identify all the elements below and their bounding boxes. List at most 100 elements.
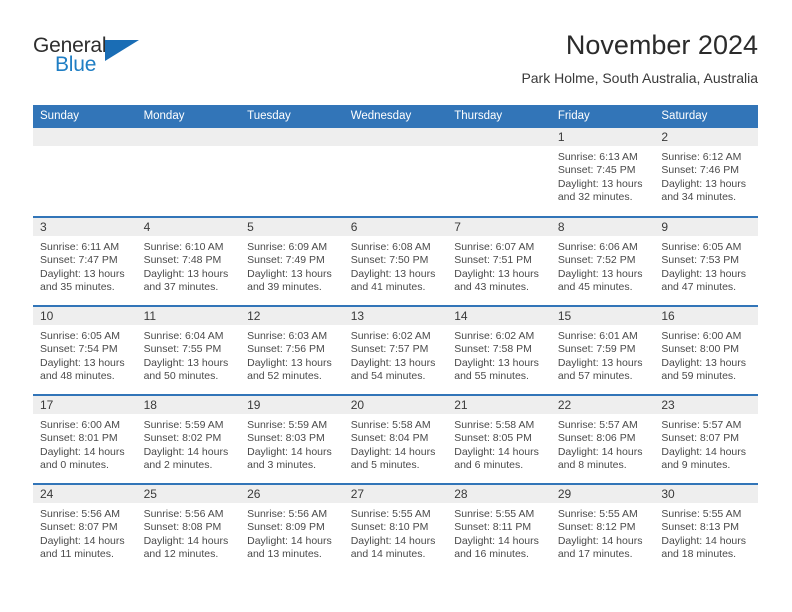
calendar-day-cell[interactable]: 6 Sunrise: 6:08 AM Sunset: 7:50 PM Daylight… [343,216,448,306]
day-sun-info: Sunrise: 5:55 AM Sunset: 8:12 PM Daylight:… [551,503,655,561]
day-number [240,128,344,146]
calendar-day-cell[interactable]: 20 Sunrise: 5:58 AM Sunset: 8:04 PM Dayligh… [343,394,448,484]
day-sun-info: Sunrise: 6:05 AM Sunset: 7:54 PM Daylight:… [33,325,137,383]
page-header: General Blue November 2024 Park Holme, S… [33,28,758,98]
calendar-table: Sunday Monday Tuesday Wednesday Thursday… [33,105,758,573]
day-sunset-text: Sunset: 7:58 PM [454,343,532,356]
day-daylight-1-text: Daylight: 14 hours [350,534,436,547]
day-cell-content: 26 Sunrise: 5:56 AM Sunset: 8:09 PM Dayligh… [240,485,344,573]
day-number: 7 [447,218,551,236]
calendar-day-cell[interactable]: 17 Sunrise: 6:00 AM Sunset: 8:01 PM Dayligh… [33,394,137,484]
calendar-day-cell[interactable]: 14 Sunrise: 6:02 AM Sunset: 7:58 PM Dayligh… [447,305,551,395]
calendar-day-cell[interactable]: 25 Sunrise: 5:56 AM Sunset: 8:08 PM Dayligh… [136,483,241,573]
day-daylight-1-text: Daylight: 13 hours [247,267,332,280]
calendar-day-cell[interactable]: 29 Sunrise: 5:55 AM Sunset: 8:12 PM Dayligh… [550,483,655,573]
calendar-day-cell[interactable]: 26 Sunrise: 5:56 AM Sunset: 8:09 PM Dayligh… [240,483,344,573]
day-daylight-1-text: Daylight: 13 hours [143,267,229,280]
day-cell-content: 4 Sunrise: 6:10 AM Sunset: 7:48 PM Daylight… [136,218,241,305]
calendar-day-cell[interactable]: 10 Sunrise: 6:05 AM Sunset: 7:54 PM Dayligh… [33,305,137,395]
day-sunset-text: Sunset: 8:06 PM [557,432,636,445]
calendar-day-cell[interactable]: 9 Sunrise: 6:05 AM Sunset: 7:53 PM Daylight… [654,216,758,306]
day-sunrise-text: Sunrise: 5:58 AM [454,419,535,431]
day-sunrise-text: Sunrise: 6:00 AM [661,330,742,342]
day-daylight-2-text: and 17 minutes. [557,547,633,560]
day-daylight-1-text: Daylight: 13 hours [661,177,747,190]
calendar-day-cell[interactable]: 16 Sunrise: 6:00 AM Sunset: 8:00 PM Dayligh… [654,305,758,395]
day-cell-content [240,128,344,216]
day-sunrise-text: Sunrise: 6:10 AM [143,241,224,253]
day-sunrise-text: Sunrise: 5:55 AM [350,508,431,520]
day-number: 19 [240,396,344,414]
day-sunset-text: Sunset: 8:01 PM [40,432,118,445]
day-sun-info: Sunrise: 5:59 AM Sunset: 8:02 PM Daylight:… [137,414,241,472]
day-cell-content: 8 Sunrise: 6:06 AM Sunset: 7:52 PM Daylight… [550,218,655,305]
calendar-day-cell[interactable]: 4 Sunrise: 6:10 AM Sunset: 7:48 PM Daylight… [136,216,241,306]
day-daylight-1-text: Daylight: 13 hours [557,356,643,369]
day-sun-info: Sunrise: 5:56 AM Sunset: 8:08 PM Daylight:… [137,503,241,561]
calendar-day-cell[interactable]: 7 Sunrise: 6:07 AM Sunset: 7:51 PM Daylight… [447,216,551,306]
day-sunset-text: Sunset: 8:09 PM [247,521,325,534]
day-number: 18 [136,396,241,414]
day-cell-content: 2 Sunrise: 6:12 AM Sunset: 7:46 PM Daylight… [654,128,758,216]
day-sunrise-text: Sunrise: 6:07 AM [454,241,535,253]
day-daylight-1-text: Daylight: 13 hours [661,267,747,280]
calendar-day-cell[interactable]: 27 Sunrise: 5:55 AM Sunset: 8:10 PM Dayligh… [343,483,448,573]
calendar-day-cell [343,128,448,217]
day-daylight-2-text: and 57 minutes. [557,369,633,382]
day-daylight-1-text: Daylight: 14 hours [143,534,229,547]
day-sunset-text: Sunset: 7:47 PM [40,254,118,267]
calendar-day-cell[interactable]: 3 Sunrise: 6:11 AM Sunset: 7:47 PM Daylight… [33,216,137,306]
day-daylight-2-text: and 37 minutes. [143,280,219,293]
day-number: 20 [343,396,448,414]
calendar-day-cell[interactable]: 13 Sunrise: 6:02 AM Sunset: 7:57 PM Dayligh… [343,305,448,395]
day-sunrise-text: Sunrise: 5:57 AM [557,419,638,431]
day-daylight-2-text: and 9 minutes. [661,458,731,471]
day-daylight-2-text: and 11 minutes. [40,547,114,560]
day-sunrise-text: Sunrise: 5:56 AM [40,508,120,520]
calendar-day-cell[interactable]: 8 Sunrise: 6:06 AM Sunset: 7:52 PM Daylight… [550,216,655,306]
weekday-header-thursday: Thursday [447,105,551,128]
day-sun-info: Sunrise: 6:06 AM Sunset: 7:52 PM Daylight:… [551,236,655,294]
day-sunset-text: Sunset: 7:46 PM [661,164,740,177]
day-daylight-2-text: and 52 minutes. [247,369,322,382]
calendar-day-cell[interactable]: 23 Sunrise: 5:57 AM Sunset: 8:07 PM Dayligh… [654,394,758,484]
calendar-day-cell[interactable]: 5 Sunrise: 6:09 AM Sunset: 7:49 PM Daylight… [240,216,344,306]
calendar-day-cell[interactable]: 24 Sunrise: 5:56 AM Sunset: 8:07 PM Dayligh… [33,483,137,573]
day-number: 17 [33,396,137,414]
day-sun-info: Sunrise: 5:55 AM Sunset: 8:10 PM Daylight:… [344,503,448,561]
calendar-day-cell[interactable]: 19 Sunrise: 5:59 AM Sunset: 8:03 PM Dayligh… [240,394,344,484]
day-sun-info: Sunrise: 5:57 AM Sunset: 8:06 PM Daylight:… [551,414,655,472]
calendar-week-row: 10 Sunrise: 6:05 AM Sunset: 7:54 PM Dayligh… [33,305,758,395]
calendar-day-cell[interactable]: 30 Sunrise: 5:55 AM Sunset: 8:13 PM Dayligh… [654,483,758,573]
calendar-day-cell [447,128,551,217]
calendar-day-cell[interactable]: 1 Sunrise: 6:13 AM Sunset: 7:45 PM Daylight… [550,128,655,217]
day-sunset-text: Sunset: 8:04 PM [350,432,429,445]
day-sun-info: Sunrise: 5:58 AM Sunset: 8:04 PM Daylight:… [344,414,448,472]
day-sunrise-text: Sunrise: 5:55 AM [661,508,742,520]
calendar-day-cell[interactable]: 15 Sunrise: 6:01 AM Sunset: 7:59 PM Dayligh… [550,305,655,395]
calendar-day-cell[interactable]: 28 Sunrise: 5:55 AM Sunset: 8:11 PM Dayligh… [447,483,551,573]
day-cell-content: 14 Sunrise: 6:02 AM Sunset: 7:58 PM Dayligh… [447,307,551,394]
day-cell-content: 9 Sunrise: 6:05 AM Sunset: 7:53 PM Daylight… [654,218,758,305]
day-sunrise-text: Sunrise: 6:11 AM [40,241,120,253]
day-daylight-1-text: Daylight: 13 hours [247,356,332,369]
day-daylight-2-text: and 59 minutes. [661,369,737,382]
brand-logo[interactable]: General Blue [33,34,153,84]
day-sunrise-text: Sunrise: 6:09 AM [247,241,328,253]
day-daylight-2-text: and 12 minutes. [143,547,219,560]
day-sunrise-text: Sunrise: 6:06 AM [557,241,638,253]
calendar-day-cell[interactable]: 2 Sunrise: 6:12 AM Sunset: 7:46 PM Daylight… [654,128,758,217]
calendar-day-cell[interactable]: 18 Sunrise: 5:59 AM Sunset: 8:02 PM Dayligh… [136,394,241,484]
calendar-day-cell[interactable]: 21 Sunrise: 5:58 AM Sunset: 8:05 PM Dayligh… [447,394,551,484]
day-daylight-1-text: Daylight: 13 hours [557,177,643,190]
calendar-day-cell[interactable]: 11 Sunrise: 6:04 AM Sunset: 7:55 PM Dayligh… [136,305,241,395]
calendar-day-cell[interactable]: 22 Sunrise: 5:57 AM Sunset: 8:06 PM Dayligh… [550,394,655,484]
day-sunset-text: Sunset: 8:12 PM [557,521,636,534]
day-daylight-2-text: and 34 minutes. [661,190,737,203]
weekday-header-wednesday: Wednesday [343,105,448,128]
day-sun-info: Sunrise: 6:09 AM Sunset: 7:49 PM Daylight:… [240,236,344,294]
day-daylight-2-text: and 41 minutes. [350,280,426,293]
day-daylight-1-text: Daylight: 14 hours [661,534,747,547]
day-sun-info: Sunrise: 6:07 AM Sunset: 7:51 PM Daylight:… [447,236,551,294]
calendar-day-cell[interactable]: 12 Sunrise: 6:03 AM Sunset: 7:56 PM Dayligh… [240,305,344,395]
